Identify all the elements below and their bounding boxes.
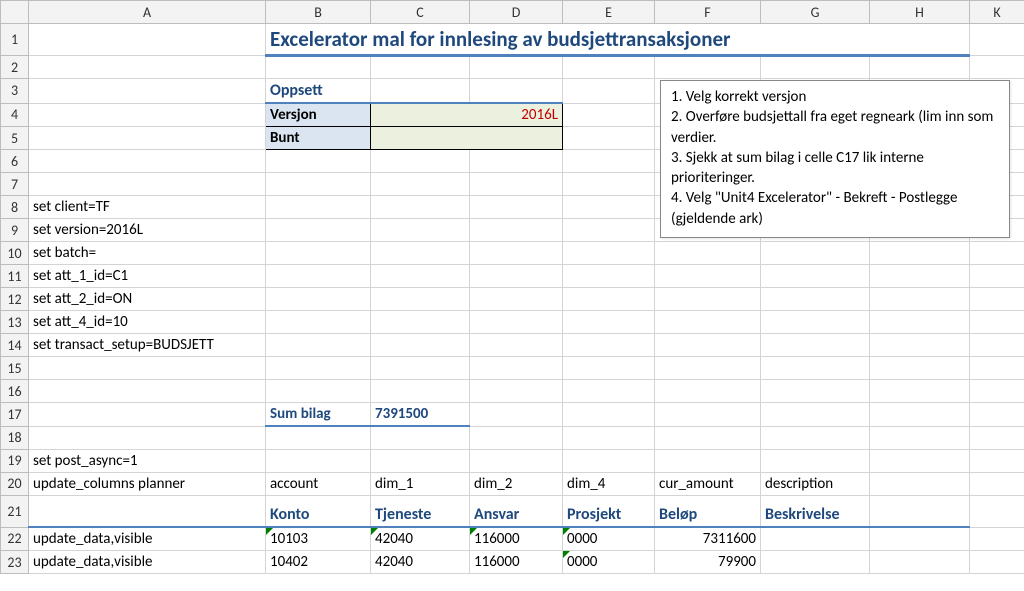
- col-header-D[interactable]: D: [470, 1, 563, 24]
- hdr-prosjekt[interactable]: Prosjekt: [563, 495, 655, 527]
- col-header-B[interactable]: B: [266, 1, 371, 24]
- instructions-box: 1. Velg korrekt versjon 2. Overføre buds…: [660, 80, 1010, 238]
- row-header-11[interactable]: 11: [1, 265, 29, 288]
- table-row[interactable]: update_data,visible: [29, 551, 266, 574]
- cell-a9[interactable]: set version=2016L: [29, 219, 266, 242]
- hdr-beskrivelse[interactable]: Beskrivelse: [761, 495, 870, 527]
- row-header-9[interactable]: 9: [1, 219, 29, 242]
- spreadsheet[interactable]: A B C D E F G H K 1 Excelerator mal for …: [0, 0, 1024, 591]
- cell-a11[interactable]: set att_1_id=C1: [29, 265, 266, 288]
- cell-b20[interactable]: account: [266, 472, 371, 495]
- col-header-K[interactable]: K: [970, 1, 1024, 24]
- versjon-label[interactable]: Versjon: [266, 103, 371, 127]
- instruction-line: 2. Overføre budsjettall fra eget regnear…: [671, 107, 999, 148]
- row-header-6[interactable]: 6: [1, 150, 29, 173]
- page-title[interactable]: Excelerator mal for innlesing av budsjet…: [266, 24, 970, 56]
- cell-a14[interactable]: set transact_setup=BUDSJETT: [29, 334, 266, 357]
- row-header-8[interactable]: 8: [1, 196, 29, 219]
- instruction-line: 1. Velg korrekt versjon: [671, 87, 999, 107]
- instruction-line: 4. Velg "Unit4 Excelerator" - Bekreft - …: [671, 188, 999, 229]
- versjon-value[interactable]: 2016L: [470, 103, 563, 127]
- row-header-16[interactable]: 16: [1, 380, 29, 403]
- row-header-18[interactable]: 18: [1, 426, 29, 449]
- row-header-2[interactable]: 2: [1, 56, 29, 79]
- sum-bilag-label[interactable]: Sum bilag: [266, 403, 371, 427]
- cell-d20[interactable]: dim_2: [470, 472, 563, 495]
- cell-f20[interactable]: cur_amount: [655, 472, 761, 495]
- row-header-19[interactable]: 19: [1, 449, 29, 472]
- row-header-21[interactable]: 21: [1, 495, 29, 527]
- table-row[interactable]: update_data,visible: [29, 527, 266, 551]
- hdr-ansvar[interactable]: Ansvar: [470, 495, 563, 527]
- row-header-22[interactable]: 22: [1, 527, 29, 551]
- col-header-A[interactable]: A: [29, 1, 266, 24]
- cell-e20[interactable]: dim_4: [563, 472, 655, 495]
- cell-a8[interactable]: set client=TF: [29, 196, 266, 219]
- cell-a1[interactable]: [29, 24, 266, 56]
- col-header-F[interactable]: F: [655, 1, 761, 24]
- bunt-label[interactable]: Bunt: [266, 127, 371, 150]
- row-header-5[interactable]: 5: [1, 127, 29, 150]
- hdr-tjeneste[interactable]: Tjeneste: [371, 495, 470, 527]
- cell-a12[interactable]: set att_2_id=ON: [29, 288, 266, 311]
- instruction-line: 3. Sjekk at sum bilag i celle C17 lik in…: [671, 148, 999, 189]
- row-header-3[interactable]: 3: [1, 79, 29, 104]
- row-header-23[interactable]: 23: [1, 551, 29, 574]
- cell-c20[interactable]: dim_1: [371, 472, 470, 495]
- row-header-20[interactable]: 20: [1, 472, 29, 495]
- row-header-17[interactable]: 17: [1, 403, 29, 427]
- col-header-H[interactable]: H: [870, 1, 970, 24]
- row-header-14[interactable]: 14: [1, 334, 29, 357]
- hdr-belop[interactable]: Beløp: [655, 495, 761, 527]
- column-header-row: A B C D E F G H K: [1, 1, 1024, 24]
- col-header-E[interactable]: E: [563, 1, 655, 24]
- cell-a13[interactable]: set att_4_id=10: [29, 311, 266, 334]
- cell-a20[interactable]: update_columns planner: [29, 472, 266, 495]
- cell-a19[interactable]: set post_async=1: [29, 449, 266, 472]
- cell-g20[interactable]: description: [761, 472, 870, 495]
- col-header-G[interactable]: G: [761, 1, 870, 24]
- row-header-10[interactable]: 10: [1, 242, 29, 265]
- row-header-7[interactable]: 7: [1, 173, 29, 196]
- bunt-value[interactable]: [470, 127, 563, 150]
- select-all-corner[interactable]: [1, 1, 29, 24]
- row-header-1[interactable]: 1: [1, 24, 29, 56]
- row-header-4[interactable]: 4: [1, 103, 29, 127]
- cell-a10[interactable]: set batch=: [29, 242, 266, 265]
- row-header-15[interactable]: 15: [1, 357, 29, 380]
- hdr-konto[interactable]: Konto: [266, 495, 371, 527]
- col-header-C[interactable]: C: [371, 1, 470, 24]
- row-header-12[interactable]: 12: [1, 288, 29, 311]
- sum-bilag-value[interactable]: 7391500: [371, 403, 470, 427]
- oppsett-header[interactable]: Oppsett: [266, 79, 371, 104]
- row-header-13[interactable]: 13: [1, 311, 29, 334]
